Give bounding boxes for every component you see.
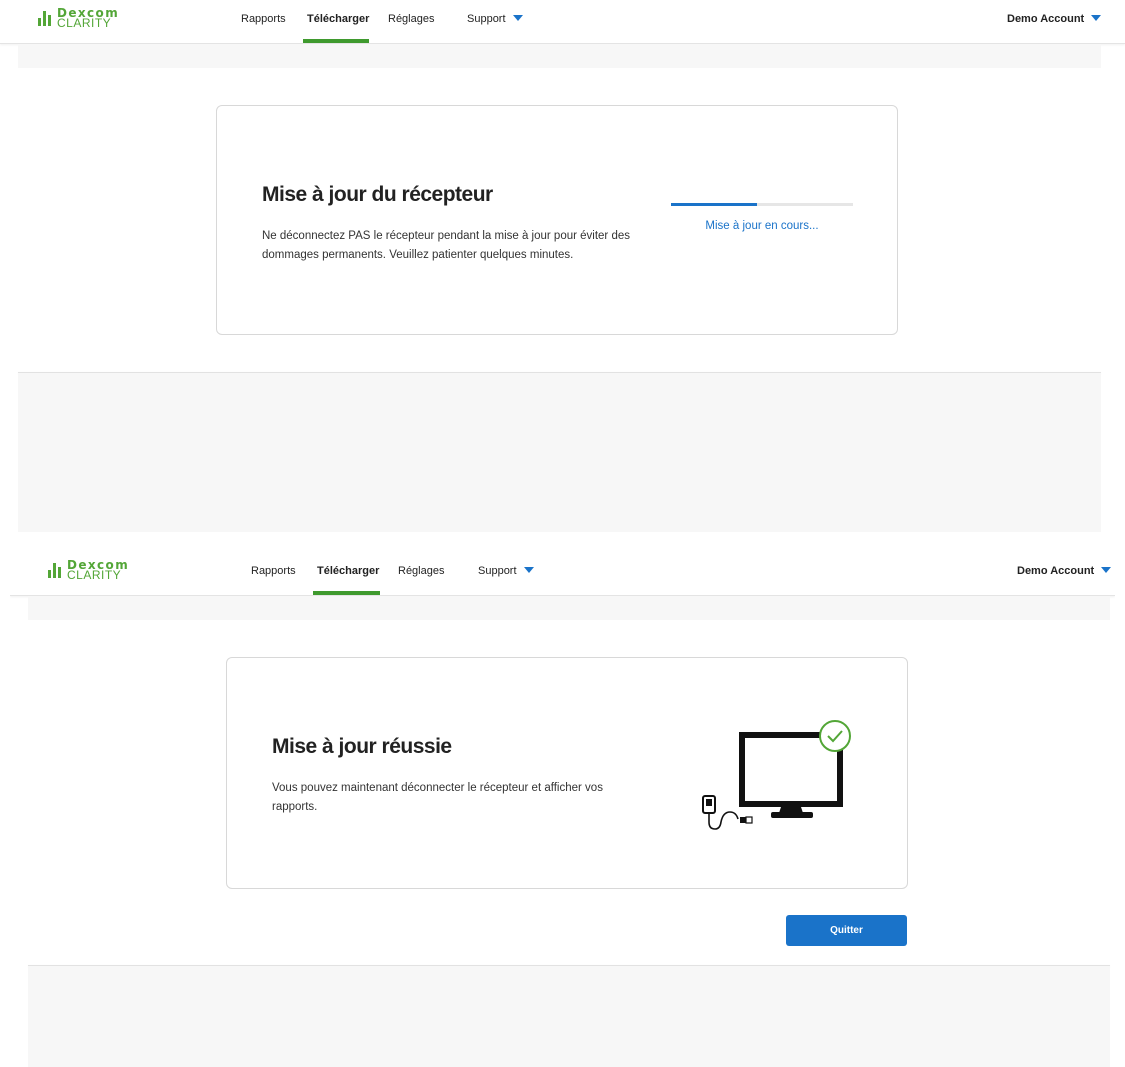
logo-line2: CLARITY: [67, 568, 122, 582]
progress-bar: [671, 203, 853, 206]
active-tab-indicator: [313, 591, 380, 595]
dexcom-clarity-logo[interactable]: Dexcom CLARITY: [48, 559, 129, 582]
dexcom-clarity-logo[interactable]: Dexcom CLARITY: [38, 7, 119, 30]
chevron-down-icon: [1101, 567, 1112, 573]
account-label: Demo Account: [1017, 565, 1095, 577]
top-navigation-bar: Dexcom CLARITY Rapports Télécharger Régl…: [10, 552, 1115, 596]
success-message-text: Vous pouvez maintenant déconnecter le ré…: [272, 782, 603, 813]
chevron-down-icon: [523, 567, 534, 573]
logo-bars-icon: [38, 10, 51, 26]
chevron-down-icon: [512, 15, 523, 21]
nav-item-support-label: Support: [467, 13, 506, 25]
logo-bars-icon: [48, 562, 61, 578]
account-menu[interactable]: Demo Account: [1007, 13, 1102, 25]
progress-status-text: Mise à jour en cours...: [705, 220, 819, 232]
footer-area: [28, 966, 1110, 1067]
logo-line2: CLARITY: [57, 16, 112, 30]
nav-item-support-label: Support: [478, 565, 517, 577]
update-card: Mise à jour du récepteur Ne déconnectez …: [216, 105, 898, 335]
sub-header-strip: [18, 44, 1101, 68]
nav-item-telecharger[interactable]: Télécharger: [307, 13, 369, 25]
check-circle-icon: [819, 720, 851, 752]
nav-item-rapports[interactable]: Rapports: [251, 565, 296, 577]
screen-success: Dexcom CLARITY Rapports Télécharger Régl…: [10, 552, 1115, 1067]
active-tab-indicator: [303, 39, 369, 43]
screen-updating: Dexcom CLARITY Rapports Télécharger Régl…: [0, 0, 1125, 532]
nav-item-support[interactable]: Support: [478, 565, 534, 577]
nav-item-rapports[interactable]: Rapports: [241, 13, 286, 25]
progress-bar-fill: [671, 203, 757, 206]
account-label: Demo Account: [1007, 13, 1085, 25]
nav-item-reglages[interactable]: Réglages: [388, 13, 434, 25]
nav-item-reglages[interactable]: Réglages: [398, 565, 444, 577]
nav-item-telecharger[interactable]: Télécharger: [317, 565, 379, 577]
account-menu[interactable]: Demo Account: [1017, 565, 1112, 577]
sub-header-strip: [28, 596, 1110, 620]
success-card: Mise à jour réussie Vous pouvez maintena…: [226, 657, 908, 889]
chevron-down-icon: [1091, 15, 1102, 21]
footer-area: [18, 373, 1101, 532]
receiver-to-monitor-icon: [702, 720, 851, 830]
success-title: Mise à jour réussie: [272, 735, 452, 758]
top-navigation-bar: Dexcom CLARITY Rapports Télécharger Régl…: [0, 0, 1125, 44]
update-warning-text: Ne déconnectez PAS le récepteur pendant …: [262, 230, 630, 261]
nav-item-support[interactable]: Support: [467, 13, 523, 25]
update-title: Mise à jour du récepteur: [262, 183, 493, 206]
quit-button[interactable]: Quitter: [786, 915, 907, 946]
